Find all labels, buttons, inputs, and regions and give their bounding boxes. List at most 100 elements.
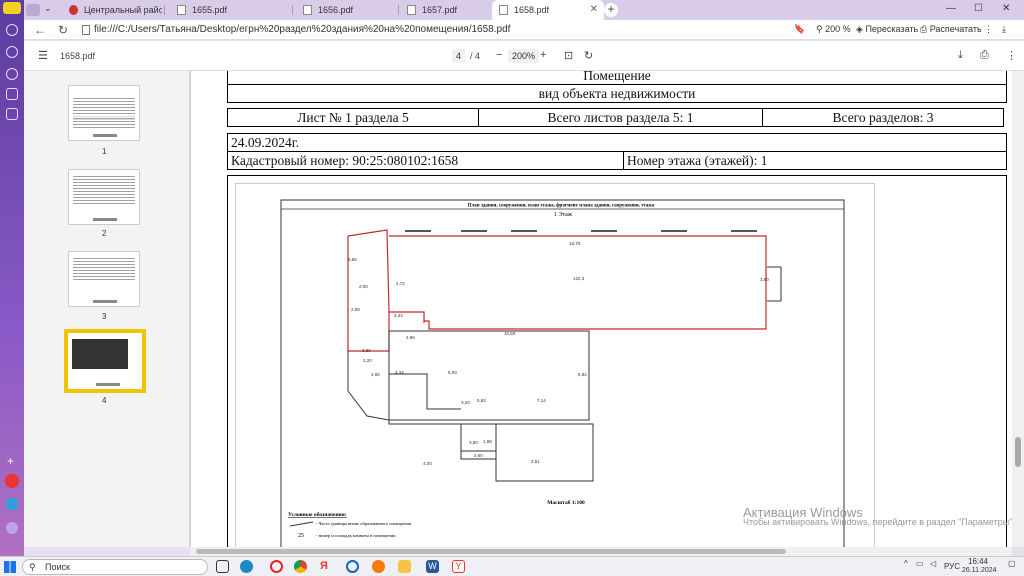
close-tab-icon[interactable]: ✕ [590, 0, 598, 20]
zoom-badge[interactable]: ⚲ 200 % [816, 24, 851, 35]
notifications-icon[interactable]: ▢ [1008, 559, 1016, 568]
dimension-label: 2,51 [531, 459, 540, 464]
horizontal-scrollbar[interactable] [190, 547, 1012, 556]
maximize-icon[interactable]: ☐ [974, 3, 983, 14]
opera-icon[interactable] [270, 560, 283, 573]
firefox-icon[interactable] [372, 560, 385, 573]
mail-icon[interactable] [6, 88, 18, 100]
page-number-input[interactable]: 4 [452, 49, 466, 63]
tab-3[interactable]: 1656.pdf [296, 0, 396, 20]
url-field[interactable]: file:///C:/Users/Татьяна/Desktop/егрн%20… [94, 24, 510, 35]
file-explorer-icon[interactable] [398, 560, 411, 573]
minimize-icon[interactable]: — [946, 3, 956, 14]
document-viewport[interactable]: Помещение вид объекта недвижимости Лист … [190, 71, 1012, 547]
browser-sidebar: + [0, 0, 24, 556]
tab-menu-button[interactable] [26, 4, 40, 16]
yandex-icon[interactable]: Я [320, 560, 333, 573]
scroll-thumb[interactable] [1015, 437, 1021, 467]
clock-time[interactable]: 16:44 [968, 557, 988, 566]
language-indicator[interactable]: РУС [944, 562, 960, 571]
taskbar-search-input[interactable]: ⚲ Поиск [22, 559, 208, 575]
dimension-labels: 16,70 122,3 6,86 3,80 2,00 4,72 2,88 3,34 2,96 10… [348, 241, 769, 466]
download-icon[interactable]: ⤓ [1002, 24, 1006, 35]
tab-title: Центральный район Пол [84, 5, 162, 15]
scale-label: Масштаб 1:100 [547, 499, 585, 506]
dimension-label: 3,80 [760, 277, 769, 282]
zoom-search-icon: ⚲ [816, 24, 823, 34]
print-top-button[interactable]: ⎙ Распечатать [920, 24, 982, 35]
thumbnail-pane: 1 2 3 4 [24, 71, 190, 547]
walls [347, 266, 782, 482]
chevron-down-icon[interactable]: ⌄ [44, 3, 52, 14]
thumbnail-number: 3 [102, 312, 107, 321]
thumbnail-page-2[interactable] [68, 169, 140, 225]
zoom-in-icon[interactable]: + [540, 49, 546, 61]
clock-date[interactable]: 26.11.2024 [962, 567, 997, 574]
yandex-app-icon[interactable] [5, 474, 19, 488]
dimension-label: 2,96 [406, 335, 415, 340]
pdf-page: Помещение вид объекта недвижимости Лист … [190, 71, 1012, 547]
more-pdf-icon[interactable]: ⋮ [1006, 49, 1017, 62]
thumbnail-number: 4 [102, 396, 107, 405]
reload-icon[interactable]: ↻ [58, 23, 68, 37]
downloads-icon[interactable] [6, 46, 18, 58]
word-icon[interactable]: W [426, 560, 439, 573]
activation-subtitle: Чтобы активировать Windows, перейдите в … [743, 517, 1012, 527]
speaker-icon[interactable]: ◁ [930, 559, 936, 568]
thumbnail-page-1[interactable] [68, 85, 140, 141]
back-icon[interactable]: ← [34, 23, 46, 37]
plan-title: План здания, сооружения, план этажа, фра… [468, 204, 655, 209]
tray-chevron-icon[interactable]: ^ [904, 559, 908, 568]
tab-5-active[interactable]: 1658.pdf ✕ [492, 0, 604, 20]
bookmark-icon[interactable]: 🔖 [794, 24, 805, 35]
network-icon[interactable]: ▭ [916, 559, 924, 568]
tab-4[interactable]: 1657.pdf [400, 0, 488, 20]
thumbnail-page-4-selected[interactable] [64, 329, 146, 393]
search-icon: ⚲ [29, 562, 36, 572]
windows-start-icon[interactable] [4, 561, 16, 573]
download-pdf-icon[interactable]: ⤓ [958, 49, 963, 62]
tab-2[interactable]: 1655.pdf [170, 0, 290, 20]
dimension-label: 5,82 [578, 372, 587, 377]
dimension-label: 2,88 [351, 307, 360, 312]
print-pdf-icon[interactable]: ⎙ [980, 49, 989, 62]
menu-icon[interactable]: ☰ [38, 49, 48, 62]
edge-icon[interactable] [240, 560, 253, 573]
rotate-icon[interactable]: ↻ [584, 49, 593, 62]
dimension-label: 122,3 [573, 276, 585, 281]
chrome-icon[interactable] [294, 560, 307, 573]
floor-caption: 1 Этаж [554, 212, 573, 218]
profile-icon[interactable] [6, 522, 18, 534]
vertical-scrollbar[interactable] [1012, 71, 1024, 547]
collections-icon[interactable] [6, 108, 18, 120]
extension-icon[interactable] [6, 498, 18, 510]
alice-icon[interactable] [6, 68, 18, 80]
taskbar: ⚲ Поиск Я W Y ^ ▭ ◁ РУС 16:44 26.11.2024… [0, 556, 1024, 576]
more-icon[interactable]: ⋮ [984, 24, 993, 35]
page-total: / 4 [470, 51, 481, 61]
horizontal-scroll-thumb[interactable] [196, 549, 786, 554]
zoom-out-icon[interactable]: − [496, 49, 502, 61]
task-view-icon[interactable] [216, 560, 229, 573]
thumbnail-page-3[interactable] [68, 251, 140, 307]
dimension-label: 4,65 [371, 372, 380, 377]
yandex-logo[interactable] [3, 2, 21, 14]
yandex-browser-icon[interactable]: Y [452, 560, 465, 573]
pdf-file-icon [303, 5, 312, 15]
dimension-label: 3,20 [363, 358, 372, 363]
ccleaner-icon[interactable] [346, 560, 359, 573]
zoom-value[interactable]: 200% [508, 49, 540, 63]
new-tab-button[interactable]: + [604, 3, 618, 17]
fit-page-icon[interactable]: ⊡ [564, 49, 573, 62]
dimension-label: 3,34 [394, 313, 403, 318]
pdf-toolbar: ☰ 1658.pdf 4 / 4 − 200% + ⊡ ↻ ⤓ ⎙ ⋮ [24, 41, 1024, 71]
legend-number-icon: 25 [298, 533, 304, 539]
close-window-icon[interactable]: ✕ [1002, 3, 1010, 14]
dimension-label: 4,00 [423, 461, 432, 466]
dimension-label: 2,00 [359, 284, 368, 289]
tab-title: 1656.pdf [318, 5, 354, 15]
add-panel-icon[interactable]: + [7, 454, 14, 468]
retell-button[interactable]: ◈ Пересказать [856, 24, 918, 35]
history-icon[interactable] [6, 24, 18, 36]
tab-1[interactable]: Центральный район Пол [62, 0, 162, 20]
